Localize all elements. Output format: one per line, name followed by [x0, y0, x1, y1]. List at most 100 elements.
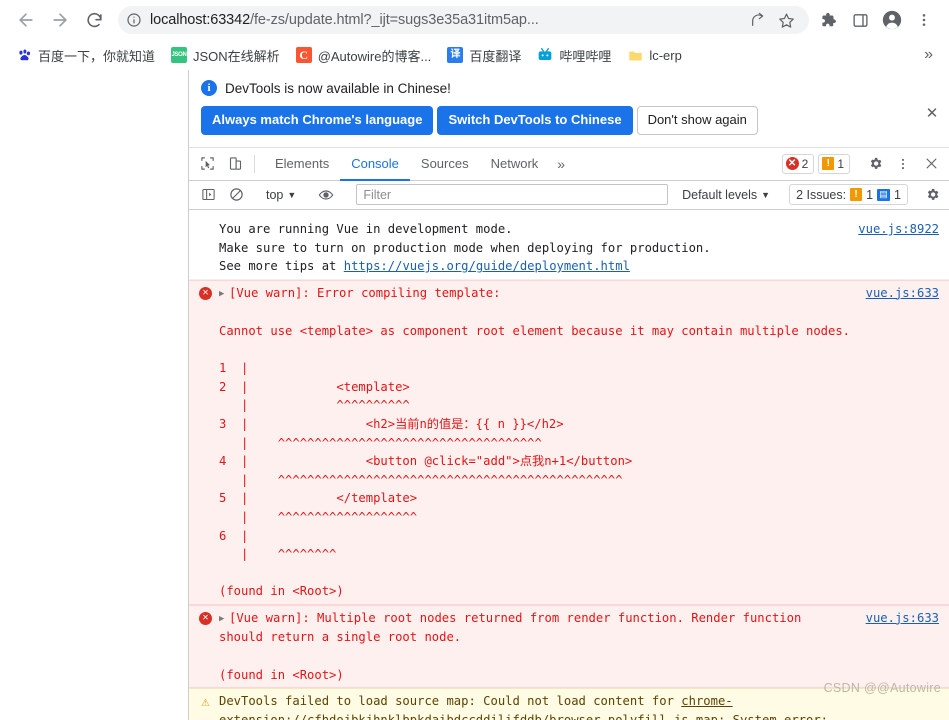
- bookmark-item-lc-erp[interactable]: lc-erp: [619, 44, 690, 66]
- source-link[interactable]: vue.js:8922: [858, 220, 939, 239]
- json-icon: JSON: [171, 47, 188, 63]
- issues-warning-icon: !: [850, 188, 863, 202]
- csdn-icon: C: [295, 47, 312, 63]
- console-message-error-multiroot[interactable]: ✕ vue.js:633 ▶ [Vue warn]: Multiple root …: [189, 604, 949, 689]
- tab-console[interactable]: Console: [340, 148, 410, 181]
- clear-console-icon[interactable]: [223, 183, 249, 207]
- bookmarks-bar: 百度一下，你就知道 JSON JSON在线解析 C @Autowire的博客..…: [0, 40, 949, 70]
- baidu-icon: [16, 47, 32, 63]
- bookmark-item-bilibili[interactable]: 哔哩哔哩: [529, 43, 619, 68]
- info-icon: i: [201, 80, 217, 96]
- gear-icon[interactable]: [861, 156, 889, 171]
- warning-count-badge[interactable]: ! 1: [818, 153, 850, 174]
- infobar-buttons: Always match Chrome's language Switch De…: [201, 106, 937, 135]
- csdn-watermark: CSDN @@Autowire: [823, 681, 941, 696]
- bookmark-item-json[interactable]: JSON JSON在线解析: [163, 43, 288, 68]
- address-bar[interactable]: localhost:63342/fe-zs/update.html?_ijt=s…: [118, 6, 809, 34]
- source-link[interactable]: vue.js:633: [866, 609, 939, 628]
- more-tabs-icon[interactable]: »: [549, 148, 573, 180]
- warning-icon: ⚠: [201, 693, 210, 710]
- issues-label: 2 Issues:: [796, 187, 847, 202]
- chrome-menu-icon[interactable]: [909, 4, 939, 36]
- error-header-row: ▶ [Vue warn]: Error compiling template:: [219, 284, 941, 304]
- bookmarks-overflow-button[interactable]: »: [916, 44, 941, 66]
- warning-count: 1: [837, 156, 844, 171]
- bookmark-item-fanyi[interactable]: 译 百度翻译: [439, 43, 529, 68]
- bookmark-label: 哔哩哔哩: [559, 48, 612, 64]
- tab-elements[interactable]: Elements: [264, 148, 340, 180]
- reload-icon[interactable]: [78, 4, 110, 36]
- always-match-language-button[interactable]: Always match Chrome's language: [201, 106, 434, 135]
- filter-input[interactable]: Filter: [356, 184, 669, 206]
- infobar-close-icon[interactable]: ✕: [923, 104, 941, 122]
- warning-text-before: DevTools failed to load source map: Coul…: [219, 694, 682, 709]
- devtools-tabbar-right: ✕ 2 ! 1: [778, 148, 949, 180]
- infobar-message: DevTools is now available in Chinese!: [225, 80, 451, 96]
- inspect-element-icon[interactable]: [193, 148, 221, 180]
- url-path: /fe-zs/update.html?_ijt=sugs3e35a31itm5a…: [250, 12, 539, 28]
- more-options-icon[interactable]: [889, 157, 917, 171]
- switch-to-chinese-button[interactable]: Switch DevTools to Chinese: [437, 106, 633, 135]
- console-output[interactable]: vue.js:8922 You are running Vue in devel…: [189, 217, 949, 720]
- close-icon[interactable]: [917, 156, 945, 171]
- error-footer: (found in <Root>): [219, 584, 344, 599]
- console-sidebar-icon[interactable]: [195, 183, 221, 207]
- bookmark-label: @Autowire的博客...: [317, 48, 432, 64]
- bookmark-label: 百度翻译: [469, 48, 522, 64]
- console-message-log[interactable]: vue.js:8922 You are running Vue in devel…: [189, 217, 949, 280]
- warning-icon: !: [822, 157, 835, 171]
- device-toolbar-icon[interactable]: [221, 148, 249, 180]
- side-panel-icon[interactable]: [845, 4, 875, 36]
- star-icon[interactable]: [773, 7, 799, 33]
- levels-label: Default levels: [682, 187, 758, 202]
- extensions-puzzle-icon[interactable]: [813, 4, 843, 36]
- deployment-docs-link[interactable]: https://vuejs.org/guide/deployment.html: [344, 259, 630, 273]
- error-count-badge[interactable]: ✕ 2: [781, 153, 815, 174]
- tab-sources[interactable]: Sources: [410, 148, 480, 180]
- log-line: Make sure to turn on production mode whe…: [219, 240, 711, 255]
- console-settings-gear-icon[interactable]: [919, 183, 945, 207]
- error-header: [Vue warn]: Multiple root nodes returned…: [219, 610, 802, 645]
- log-line: See more tips at https://vuejs.org/guide…: [219, 259, 630, 274]
- issues-badge[interactable]: 2 Issues: ! 1 ▤ 1: [789, 184, 908, 206]
- bookmark-label: 百度一下，你就知道: [38, 48, 156, 64]
- error-detail: Cannot use <template> as component root …: [219, 323, 851, 338]
- share-icon[interactable]: [745, 7, 771, 33]
- error-icon: ✕: [785, 157, 799, 171]
- console-message-error-compile[interactable]: ✕ vue.js:633 ▶ [Vue warn]: Error compilin…: [189, 279, 949, 605]
- navigation-row: localhost:63342/fe-zs/update.html?_ijt=s…: [0, 0, 949, 40]
- issues-info-count: 1: [894, 187, 901, 202]
- error-icon: ✕: [199, 611, 212, 625]
- dont-show-again-button[interactable]: Don't show again: [636, 106, 758, 135]
- source-link[interactable]: vue.js:633: [866, 284, 939, 303]
- forward-arrow-icon[interactable]: [44, 4, 76, 36]
- tab-network[interactable]: Network: [480, 148, 550, 180]
- warning-text-after: : System error:: [717, 712, 829, 720]
- log-levels-selector[interactable]: Default levels ▼: [676, 188, 776, 202]
- site-info-icon[interactable]: [126, 12, 142, 28]
- expand-arrow-icon[interactable]: ▶: [219, 285, 229, 304]
- filter-placeholder: Filter: [363, 187, 392, 202]
- url-host: localhost:63342: [150, 12, 251, 28]
- bilibili-icon: [537, 47, 553, 63]
- back-arrow-icon[interactable]: [10, 4, 42, 36]
- url-text: localhost:63342/fe-zs/update.html?_ijt=s…: [150, 12, 539, 28]
- expand-arrow-icon[interactable]: ▶: [219, 610, 229, 629]
- execution-context-selector[interactable]: top ▼: [260, 188, 302, 202]
- error-code-block: 1 | 2 | <template> | ^^^^^^^^^^ 3 | <h2>…: [219, 361, 633, 562]
- bookmark-item-baidu[interactable]: 百度一下，你就知道: [8, 43, 163, 68]
- folder-icon: [627, 47, 643, 63]
- chevron-down-icon: ▼: [761, 189, 771, 200]
- error-count: 2: [801, 156, 809, 171]
- context-label: top: [266, 187, 284, 202]
- console-filterbar: top ▼ Filter Default levels ▼ 2 Issues: …: [189, 180, 949, 210]
- devtools-tab-list: Elements Console Sources Network »: [264, 148, 573, 181]
- browser-chrome: localhost:63342/fe-zs/update.html?_ijt=s…: [0, 0, 949, 70]
- profile-avatar-icon[interactable]: [877, 4, 907, 36]
- fanyi-icon: 译: [447, 47, 464, 63]
- bookmark-item-csdn[interactable]: C @Autowire的博客...: [288, 43, 440, 68]
- live-expression-icon[interactable]: [313, 183, 339, 207]
- devtools-language-infobar: i DevTools is now available in Chinese! …: [189, 70, 949, 148]
